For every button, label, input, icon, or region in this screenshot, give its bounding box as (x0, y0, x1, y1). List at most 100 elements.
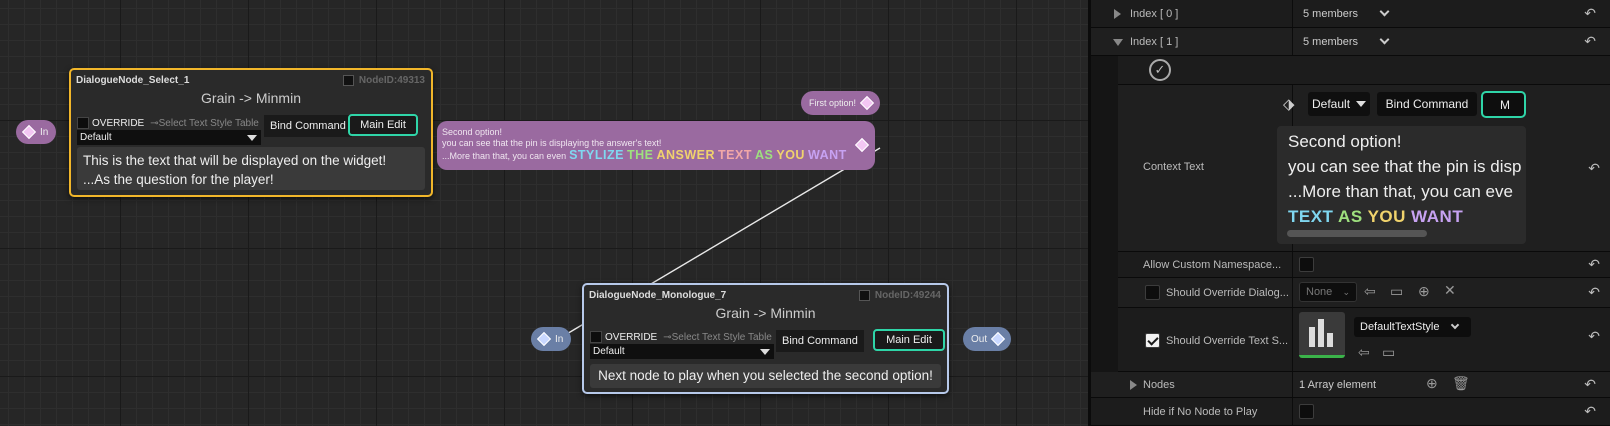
stylized-word: THE (626, 148, 654, 162)
reset-arrow-icon[interactable]: ↶ (1584, 33, 1596, 50)
text-style-value: DefaultTextStyle (1360, 321, 1440, 333)
context-style-combo[interactable]: Default (1308, 92, 1370, 116)
reset-arrow-icon[interactable]: ↶ (1584, 376, 1596, 393)
context-main-edit-button[interactable]: M (1481, 91, 1526, 118)
bar-icon-part (1327, 333, 1333, 347)
monologue-in-pin[interactable]: In (531, 327, 572, 351)
clear-icon[interactable]: ✕ (1444, 282, 1456, 299)
chevron-down-icon[interactable] (1379, 6, 1390, 17)
text-style-thumbnail[interactable] (1299, 312, 1345, 358)
exec-pin-icon (536, 331, 552, 347)
answer-line-3-prefix: ...More than that, you can even (442, 151, 567, 161)
bar-icon-part (1309, 327, 1315, 347)
column-splitter[interactable] (1292, 372, 1293, 397)
monologue-in-pin-label: In (555, 333, 564, 345)
text-style-combo[interactable]: DefaultTextStyle (1354, 317, 1471, 337)
dialogue-monologue-node[interactable]: DialogueNode_Monologue_7 NodeID:49244 Gr… (582, 283, 949, 394)
stylized-word: YOU (776, 148, 805, 162)
add-icon[interactable]: ⊕ (1418, 283, 1430, 300)
use-selected-icon[interactable]: ⇦ (1364, 283, 1376, 300)
column-splitter[interactable] (1292, 252, 1293, 277)
node-id-checkbox[interactable] (342, 75, 354, 86)
main-edit-button[interactable]: Main Edit (873, 329, 945, 351)
context-style-value: Default (1312, 97, 1351, 111)
allow-namespace-label: Allow Custom Namespace... (1143, 259, 1282, 271)
style-table-picker[interactable]: ⊸Select Text Style Table (663, 332, 772, 343)
override-dialog-label: Should Override Dialog... (1166, 287, 1289, 299)
text-style-combo-value: Default (593, 346, 625, 357)
chevron-down-icon[interactable] (1379, 34, 1390, 45)
column-splitter[interactable] (1292, 398, 1293, 425)
reset-arrow-icon[interactable]: ↶ (1588, 328, 1600, 345)
override-toggle[interactable]: OVERRIDE (77, 117, 144, 129)
override-dialog-value: None (1306, 286, 1333, 298)
select-in-pin-label: In (40, 126, 49, 138)
stylized-word: STYLIZE (569, 148, 624, 162)
main-edit-button[interactable]: Main Edit (348, 114, 418, 136)
node-title: DialogueNode_Select_1 (76, 75, 190, 86)
override-dialog-checkbox[interactable] (1145, 285, 1160, 300)
chevron-down-icon (1450, 320, 1460, 330)
hide-if-no-node-checkbox[interactable] (1299, 404, 1314, 419)
reset-arrow-icon[interactable]: ↶ (1588, 256, 1600, 273)
answer-pin-second[interactable]: Second option! you can see that the pin … (437, 121, 875, 170)
add-element-icon[interactable]: ⊕ (1426, 375, 1438, 392)
override-dialog-combo[interactable]: None ⌄ (1299, 282, 1357, 302)
dialogue-text[interactable]: This is the text that will be displayed … (77, 147, 425, 190)
style-table-picker[interactable]: ⊸Select Text Style Table (150, 118, 259, 129)
bar-icon-part (1318, 319, 1324, 347)
column-splitter[interactable] (1292, 28, 1293, 55)
chevron-down-icon (760, 348, 770, 355)
style-table-label: Select Text Style Table (158, 117, 259, 129)
answer-pin-first-label: First option! (809, 98, 857, 108)
collapse-arrow-icon[interactable] (1113, 39, 1123, 46)
browse-folder-icon[interactable]: ▭ (1382, 344, 1395, 361)
context-bind-command-button[interactable]: Bind Command (1377, 92, 1477, 116)
override-checkbox[interactable] (77, 117, 89, 129)
override-checkbox[interactable] (590, 331, 602, 343)
bind-command-button[interactable]: Bind Command (264, 115, 352, 137)
context-line-1: Second option! (1288, 132, 1402, 151)
expand-arrow-icon[interactable] (1114, 9, 1121, 19)
stylized-word: AS (755, 148, 774, 162)
row-index-1[interactable]: Index [ 1 ] 5 members ↶ (1091, 28, 1610, 56)
delete-icon[interactable]: 🗑 (1452, 375, 1470, 392)
dialogue-text[interactable]: Next node to play when you selected the … (590, 364, 941, 388)
override-toggle[interactable]: OVERRIDE (590, 331, 657, 343)
row-nodes[interactable]: Nodes 1 Array element ⊕ 🗑 ↶ (1091, 372, 1610, 398)
select-in-pin[interactable]: In (16, 120, 57, 144)
override-label: OVERRIDE (92, 117, 145, 129)
node-id-checkbox[interactable] (858, 290, 870, 301)
chevron-down-icon (1356, 101, 1366, 107)
reset-arrow-icon[interactable]: ↶ (1588, 284, 1600, 301)
row-index-0[interactable]: Index [ 0 ] 5 members ↶ (1091, 0, 1610, 28)
dialogue-select-node[interactable]: DialogueNode_Select_1 NodeID:49313 Grain… (69, 68, 433, 197)
bind-command-button[interactable]: Bind Command (776, 330, 864, 352)
reset-arrow-icon[interactable]: ↶ (1588, 160, 1600, 177)
column-splitter[interactable] (1292, 0, 1293, 27)
text-style-combo[interactable]: Default (590, 344, 774, 359)
row-override-dialog: Should Override Dialog... None ⌄ ⇦ ▭ ⊕ ✕… (1118, 278, 1610, 308)
style-table-label: Select Text Style Table (671, 331, 772, 343)
monologue-out-pin[interactable]: Out (963, 327, 1012, 351)
row-allow-namespace: Allow Custom Namespace... ↶ (1118, 252, 1610, 278)
context-text-editor[interactable]: Second option! you can see that the pin … (1277, 126, 1526, 244)
answer-pin-first[interactable]: First option! (801, 91, 881, 115)
graph-canvas[interactable]: In DialogueNode_Select_1 NodeID:49313 Gr… (0, 0, 1088, 426)
column-splitter[interactable] (1292, 278, 1293, 307)
reset-arrow-icon[interactable]: ↶ (1584, 5, 1596, 22)
column-splitter[interactable] (1292, 308, 1293, 371)
browse-folder-icon[interactable]: ▭ (1390, 283, 1403, 300)
use-selected-icon[interactable]: ⇦ (1358, 344, 1370, 361)
horizontal-scrollbar[interactable] (1287, 230, 1427, 237)
localization-icon[interactable]: ⬗ (1283, 95, 1295, 113)
nodes-label: Nodes (1143, 379, 1175, 391)
allow-namespace-checkbox[interactable] (1299, 257, 1314, 272)
text-style-combo[interactable]: Default (77, 130, 261, 145)
expand-arrow-icon[interactable] (1130, 380, 1137, 390)
override-text-style-checkbox[interactable] (1145, 333, 1160, 348)
stylized-word: TEXT (1288, 207, 1334, 226)
check-circle-icon[interactable]: ✓ (1149, 59, 1171, 81)
reset-arrow-icon[interactable]: ↶ (1584, 403, 1596, 420)
speaker-label: Grain -> Minmin (201, 90, 301, 106)
